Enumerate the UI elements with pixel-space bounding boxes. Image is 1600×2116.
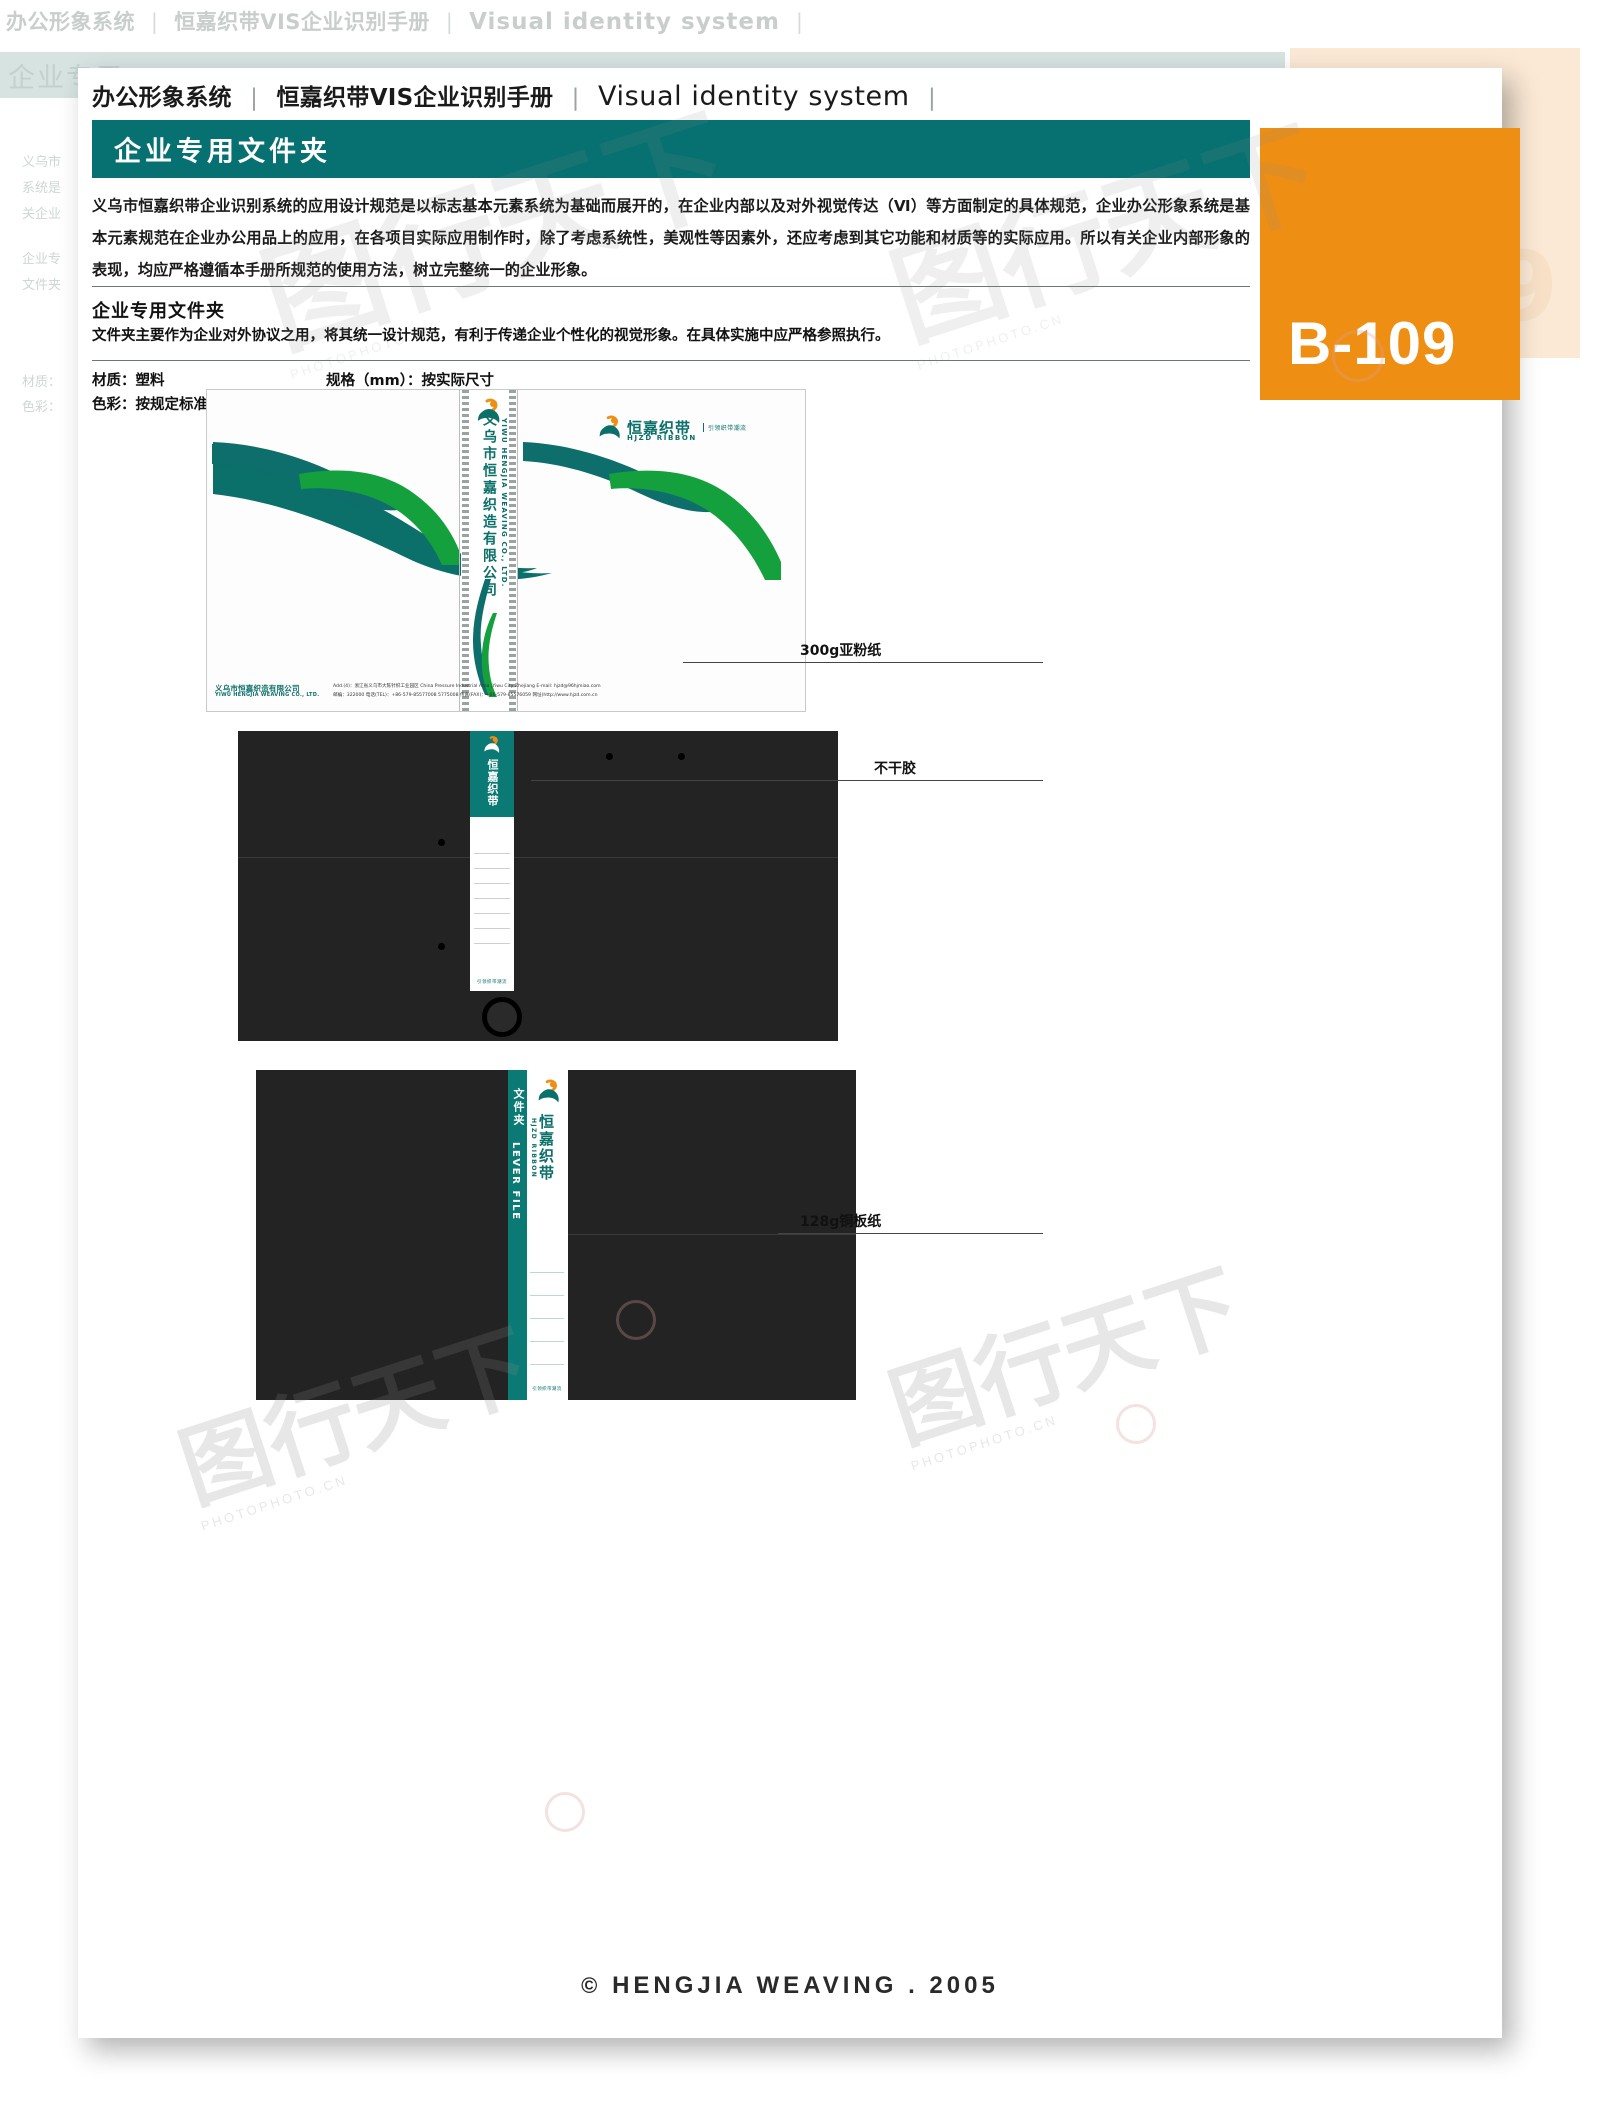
front-cover-logo-slogan: 引领织带潮流 bbox=[703, 423, 746, 432]
folder-spine-perforation-right bbox=[509, 390, 516, 711]
punch-hole-3 bbox=[606, 753, 613, 760]
front-cover-logo-icon bbox=[599, 415, 620, 439]
callout-line-128g bbox=[778, 1233, 1043, 1234]
binder-spine-strip: 文件夹 LEVER FILE 恒嘉织带 HJZD RIBBON 引领织带潮流 bbox=[508, 1070, 568, 1400]
bg-header-separator-3: | bbox=[795, 10, 804, 34]
lever-file-label-header: 恒嘉织带 bbox=[470, 731, 514, 817]
lever-file-logo-icon bbox=[484, 736, 500, 753]
spec-size-label: 规格（mm）： bbox=[326, 373, 422, 389]
header-separator-3: | bbox=[927, 85, 936, 111]
writing-line bbox=[474, 929, 510, 944]
writing-line bbox=[530, 1319, 564, 1342]
intro-paragraph: 义乌市恒嘉织带企业识别系统的应用设计规范是以标志基本元素系统为基础而展开的，在企… bbox=[92, 197, 1250, 279]
writing-line bbox=[474, 914, 510, 929]
lever-file-label-strip: 恒嘉织带 引领织带潮流 bbox=[470, 731, 514, 991]
flower-watermark-icon bbox=[1332, 330, 1384, 382]
subsection-title: 企业专用文件夹 bbox=[92, 301, 225, 322]
lever-file-divider bbox=[238, 857, 838, 858]
section-title: 企业专用文件夹 bbox=[114, 136, 331, 168]
lever-arch-file-artwork: 恒嘉织带 引领织带潮流 bbox=[238, 731, 838, 1041]
writing-line bbox=[530, 1273, 564, 1296]
spec-material-value: 塑料 bbox=[135, 373, 165, 389]
artwork-footer-company-en: YIWU HENGJIA WEAVING CO., LTD. bbox=[215, 692, 320, 698]
page-code-badge: B-109 bbox=[1260, 128, 1520, 400]
callout-label-128g: 128g铜板纸 bbox=[800, 1214, 882, 1230]
bg-header-separator-1: | bbox=[150, 10, 159, 34]
punch-hole-4 bbox=[678, 753, 685, 760]
flower-watermark-icon bbox=[545, 1792, 585, 1832]
divider-rule-2 bbox=[92, 360, 1250, 361]
writing-line bbox=[474, 839, 510, 854]
punch-hole-1 bbox=[438, 839, 445, 846]
bg-header-part3: Visual identity system bbox=[469, 9, 780, 35]
bg-header-separator-2: | bbox=[445, 10, 454, 34]
binder-logo-icon bbox=[538, 1079, 559, 1103]
spec-material: 材质：塑料 bbox=[92, 368, 165, 394]
callout-line-sticker bbox=[531, 780, 1043, 781]
spec-color-label: 色彩： bbox=[92, 397, 136, 413]
main-page-sheet: 办公形象系统 | 恒嘉织带VIS企业识别手册 | Visual identity… bbox=[78, 68, 1520, 2038]
ring-binder-artwork: 文件夹 LEVER FILE 恒嘉织带 HJZD RIBBON 引领织带潮流 bbox=[256, 1070, 856, 1400]
folder-spine-perforation-left bbox=[462, 390, 469, 711]
flower-watermark-icon bbox=[1116, 1404, 1156, 1444]
header-separator-2: | bbox=[571, 85, 580, 111]
binder-label-en: LEVER FILE bbox=[510, 1142, 521, 1221]
lever-arch-ring bbox=[482, 997, 522, 1037]
divider-rule-1 bbox=[92, 286, 1250, 287]
subsection-description: 文件夹主要作为企业对外协议之用，将其统一设计规范，有利于传递企业个性化的视觉形象… bbox=[92, 328, 890, 344]
header-part2: 恒嘉织带VIS企业识别手册 bbox=[276, 85, 554, 111]
binder-right-fold-line bbox=[568, 1234, 856, 1235]
writing-line bbox=[530, 1342, 564, 1365]
artwork-footer-contact: 邮编：322000 电话(TEL)：+86-579-85577008 57750… bbox=[333, 693, 598, 698]
spec-material-label: 材质： bbox=[92, 373, 136, 389]
writing-line bbox=[530, 1296, 564, 1319]
page-header: 办公形象系统 | 恒嘉织带VIS企业识别手册 | Visual identity… bbox=[92, 78, 936, 112]
folder-left-swoosh bbox=[213, 442, 459, 565]
writing-line bbox=[474, 869, 510, 884]
header-separator-1: | bbox=[250, 85, 259, 111]
artwork-footer-block: 义乌市恒嘉织造有限公司 YIWU HENGJIA WEAVING CO., LT… bbox=[215, 683, 741, 705]
header-part3: Visual identity system bbox=[598, 81, 910, 112]
copyright-icon: © bbox=[581, 1973, 602, 1998]
callout-line-300g bbox=[683, 662, 1043, 663]
writing-line bbox=[474, 899, 510, 914]
lever-file-logo-cn: 恒嘉织带 bbox=[486, 759, 499, 807]
writing-line bbox=[474, 854, 510, 869]
lever-file-bottom-note: 引领织带潮流 bbox=[477, 980, 507, 985]
bg-header-part2: 恒嘉织带VIS企业识别手册 bbox=[174, 10, 430, 34]
binder-writing-lines bbox=[530, 1250, 564, 1365]
front-cover-logo-en: HJZD RIBBON bbox=[627, 434, 697, 442]
flower-watermark-icon bbox=[616, 1300, 656, 1340]
folder-spine: 义乌市恒嘉织造有限公司 YIWU HENGJIA WEAVING CO., LT… bbox=[461, 390, 517, 711]
binder-logo-cn: 恒嘉织带 bbox=[537, 1114, 555, 1182]
background-page-header: 办公形象系统 | 恒嘉织带VIS企业识别手册 | Visual identity… bbox=[6, 6, 811, 36]
writing-line bbox=[530, 1250, 564, 1273]
artwork-footer-address: Add.(4)：浙江省义乌市大陈针织工业园区 China Pressure In… bbox=[333, 684, 601, 689]
binder-logo-en: HJZD RIBBON bbox=[530, 1118, 537, 1179]
lever-file-writing-lines bbox=[474, 839, 510, 944]
binder-label-cn: 文件夹 bbox=[512, 1088, 525, 1127]
binder-bottom-note: 引领织带潮流 bbox=[532, 1387, 562, 1392]
header-part1: 办公形象系统 bbox=[92, 85, 232, 111]
spine-company-name-en: YIWU HENGJIA WEAVING CO., LTD. bbox=[500, 418, 508, 588]
spec-size-value: 按实际尺寸 bbox=[421, 373, 494, 389]
section-title-bar: 企业专用文件夹 bbox=[92, 120, 1250, 178]
folder-flat-artwork: 义乌市恒嘉织造有限公司 YIWU HENGJIA WEAVING CO., LT… bbox=[206, 389, 806, 712]
writing-line bbox=[474, 884, 510, 899]
bg-header-part1: 办公形象系统 bbox=[6, 10, 135, 34]
callout-label-sticker: 不干胶 bbox=[874, 761, 916, 777]
spine-swoosh bbox=[473, 579, 497, 697]
spine-company-name-cn: 义乌市恒嘉织造有限公司 bbox=[481, 412, 497, 599]
folder-fold-line-left bbox=[459, 390, 460, 711]
callout-label-300g: 300g亚粉纸 bbox=[800, 643, 882, 659]
binder-spine-hairline bbox=[525, 1070, 527, 1400]
folder-fold-line-right bbox=[517, 390, 518, 711]
footer-text: HENGJIA WEAVING . 2005 bbox=[612, 1972, 999, 1999]
page-footer: © HENGJIA WEAVING . 2005 bbox=[78, 1972, 1502, 2000]
punch-hole-2 bbox=[438, 943, 445, 950]
